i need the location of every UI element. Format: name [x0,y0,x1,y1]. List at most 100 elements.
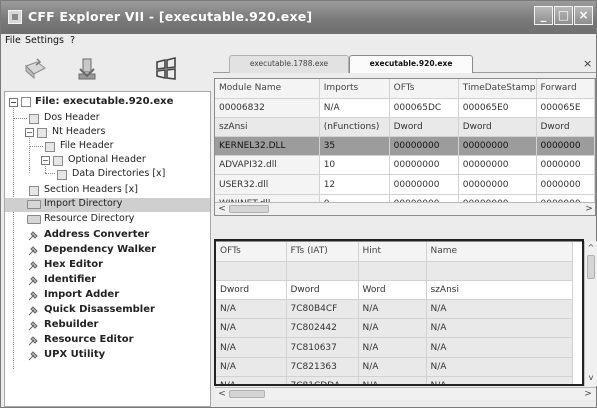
column-header[interactable]: Module Name [215,79,320,99]
column-header[interactable]: Name [426,242,573,262]
collapse-icon[interactable]: − [41,156,50,165]
scroll-thumb[interactable] [229,205,269,213]
table-cell: 0000000 [536,174,595,195]
column-header[interactable]: TimeDateStamp [458,79,537,99]
table-cell: Word [358,280,427,301]
tree-item-section-headers[interactable]: Section Headers [x] [5,184,210,198]
tree-item-label: File Header [60,140,114,151]
tree-item-nt-headers[interactable]: − Nt Headers [5,126,210,140]
column-header[interactable]: OFTs [216,242,287,262]
table-row[interactable]: N/A 7C81CDDA N/A N/A [216,376,573,385]
folder-icon [27,200,41,209]
title-bar[interactable]: CFF Explorer VII - [executable.920.exe] … [1,1,596,34]
save-icon[interactable] [74,56,100,82]
table-row[interactable]: N/A 7C810637 N/A N/A [216,337,573,358]
table-cell: KERNEL32.DLL [215,136,320,157]
tree-tool-rebuilder[interactable]: Rebuilder [5,319,210,333]
table-cell: 00000000 [458,155,537,176]
table-cell: USER32.dll [215,174,320,195]
table-row[interactable]: Dword Dword Word szAnsi [216,280,573,301]
tree-item-file-header[interactable]: File Header [5,140,210,154]
tree-tool-hex-editor[interactable]: Hex Editor [5,259,210,273]
table-cell [216,261,287,281]
functions-header-row: OFTs FTs (IAT) Hint Name [216,242,573,262]
menu-file[interactable]: File [5,35,21,46]
scroll-up-arrow[interactable]: ^ [585,242,597,254]
collapse-icon[interactable]: − [9,98,18,107]
column-header[interactable]: FTs (IAT) [286,242,359,262]
table-row-selected[interactable]: KERNEL32.DLL 35 00000000 00000000 000000… [215,136,595,157]
table-cell: 0000000 [536,155,595,176]
tree-tool-resource-editor[interactable]: Resource Editor [5,334,210,348]
column-header[interactable]: Hint [358,242,427,262]
header-icon [37,128,47,138]
menu-settings[interactable]: Settings [25,35,64,46]
tree-tool-dependency-walker[interactable]: Dependency Walker [5,244,210,258]
table-row[interactable] [216,261,573,281]
column-header[interactable]: Forward [536,79,595,99]
tree-item-dos-header[interactable]: Dos Header [5,112,210,126]
tool-icon [28,276,38,286]
folder-icon [27,215,41,224]
table-row[interactable]: N/A 7C80B4CF N/A N/A [216,299,573,320]
table-row[interactable]: szAnsi (nFunctions) Dword Dword Dword [215,117,595,138]
tree-item-label: Import Directory [44,198,123,209]
functions-horizontal-scrollbar[interactable]: < > [215,387,596,400]
table-cell: (nFunctions) [319,117,390,138]
file-tree[interactable]: − File: executable.920.exe Dos Header − … [4,91,211,407]
modules-horizontal-scrollbar[interactable]: < > [215,202,595,215]
scroll-right-arrow[interactable]: > [582,388,594,400]
table-cell [358,261,427,281]
close-button[interactable]: × [574,6,593,25]
tab-executable-920[interactable]: executable.920.exe [349,55,473,73]
menu-help[interactable]: ? [70,35,75,46]
tree-tool-import-adder[interactable]: Import Adder [5,289,210,303]
table-row[interactable]: 00006832 N/A 000065DC 000065E0 000065E [215,98,595,118]
toolbar [1,49,213,91]
table-cell: 12 [319,174,390,195]
tool-icon [28,321,38,331]
table-cell: N/A [216,299,287,320]
modules-grid[interactable]: Module Name Imports OFTs TimeDateStamp F… [214,78,596,216]
table-row[interactable]: USER32.dll 12 00000000 00000000 0000000 [215,174,595,195]
scroll-thumb[interactable] [587,255,595,279]
tree-item-optional-header[interactable]: − Optional Header [5,154,210,168]
open-icon[interactable] [23,56,49,82]
column-header[interactable]: OFTs [389,79,459,99]
collapse-icon[interactable]: − [25,128,34,137]
table-cell: Dword [216,280,287,301]
tab-executable-1788[interactable]: executable.1788.exe [229,55,349,73]
table-cell: N/A [358,337,427,358]
tree-item-import-directory[interactable]: Import Directory [5,198,210,212]
tree-tool-identifier[interactable]: Identifier [5,274,210,288]
functions-grid[interactable]: OFTs FTs (IAT) Hint Name Dword Dword Wor… [215,241,585,386]
table-row[interactable]: N/A 7C821363 N/A N/A [216,357,573,377]
windows-icon[interactable] [153,56,179,82]
table-cell: 35 [319,136,390,157]
tree-tool-address-converter[interactable]: Address Converter [5,229,210,243]
column-header[interactable]: Imports [319,79,390,99]
scroll-down-arrow[interactable]: v [585,372,597,384]
table-row[interactable]: ADVAPI32.dll 10 00000000 00000000 000000… [215,155,595,176]
tree-item-resource-directory[interactable]: Resource Directory [5,213,210,227]
tree-item-label: Section Headers [x] [44,184,138,195]
tree-item-label: Nt Headers [52,126,106,137]
tree-item-label: Dos Header [44,112,100,123]
tree-tool-upx-utility[interactable]: UPX Utility [5,349,210,363]
close-tab-icon[interactable]: × [583,57,592,70]
table-cell: Dword [458,117,537,138]
maximize-button[interactable]: □ [554,6,573,25]
table-row[interactable]: N/A 7C802442 N/A N/A [216,318,573,339]
table-cell: 00000000 [389,155,459,176]
scroll-left-arrow[interactable]: < [216,203,228,215]
minimize-button[interactable]: _ [534,6,553,25]
scroll-left-arrow[interactable]: < [216,388,228,400]
scroll-thumb[interactable] [229,390,265,398]
tree-item-data-directories[interactable]: Data Directories [x] [5,168,210,182]
tree-root[interactable]: − File: executable.920.exe [5,96,210,110]
functions-vertical-scrollbar[interactable]: ^ v [584,241,597,386]
table-cell: 10 [319,155,390,176]
scroll-right-arrow[interactable]: > [583,203,595,215]
tree-tool-quick-disassembler[interactable]: Quick Disassembler [5,304,210,318]
modules-header-row: Module Name Imports OFTs TimeDateStamp F… [215,79,595,99]
